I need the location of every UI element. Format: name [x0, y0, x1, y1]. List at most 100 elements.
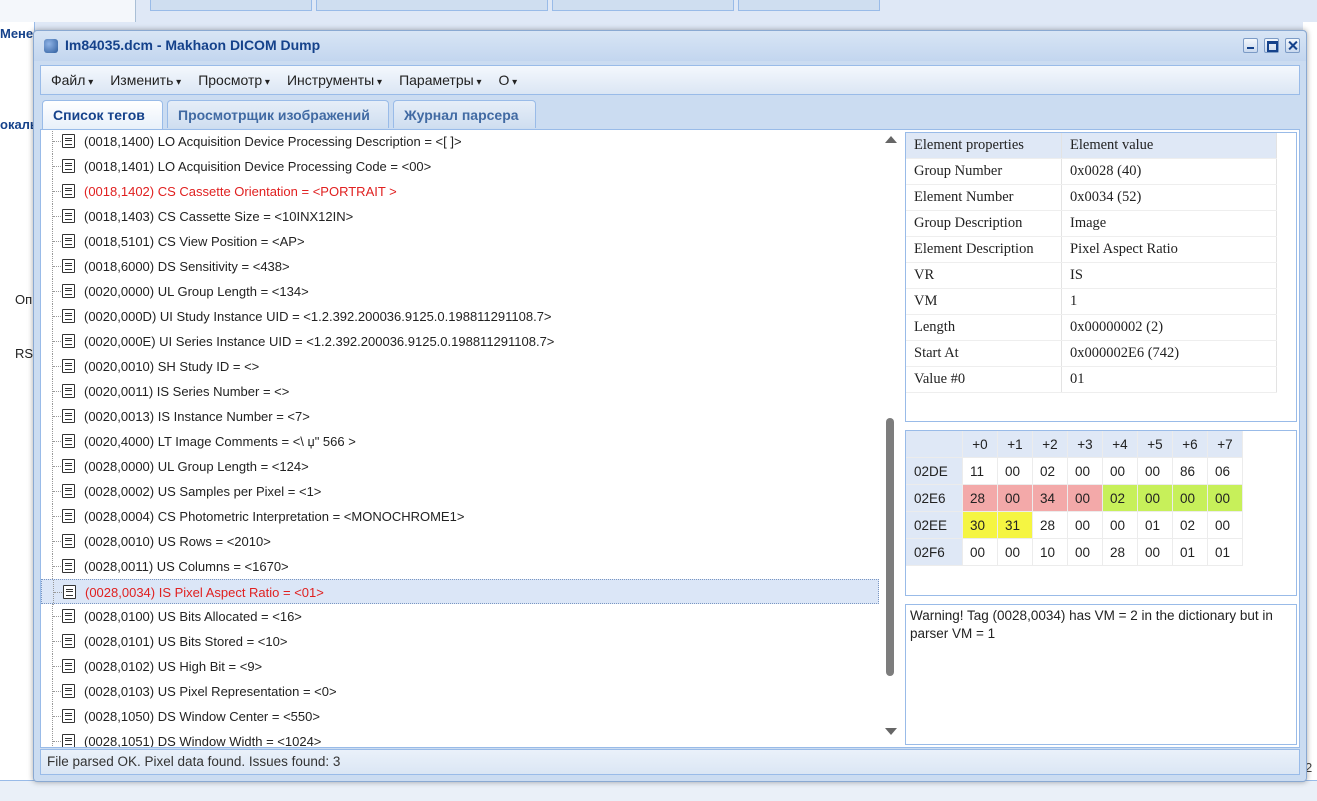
document-icon — [62, 184, 75, 198]
tag-row[interactable]: (0028,0100) US Bits Allocated = <16> — [41, 604, 879, 629]
close-icon[interactable] — [1285, 38, 1300, 53]
background-fragment: Мене — [0, 26, 34, 41]
document-icon — [62, 434, 75, 448]
tag-row[interactable]: (0018,1401) LO Acquisition Device Proces… — [41, 154, 879, 179]
tag-row[interactable]: (0028,1051) DS Window Width = <1024> — [41, 729, 879, 747]
hex-byte[interactable]: 34 — [1032, 484, 1068, 512]
hex-byte[interactable]: 30 — [962, 511, 998, 539]
tag-row[interactable]: (0020,000D) UI Study Instance UID = <1.2… — [41, 304, 879, 329]
background-tab[interactable] — [738, 0, 880, 11]
property-value: 1 — [1061, 288, 1277, 315]
tag-row[interactable]: (0018,1402) CS Cassette Orientation = <P… — [41, 179, 879, 204]
tag-row[interactable]: (0020,0000) UL Group Length = <134> — [41, 279, 879, 304]
tag-row[interactable]: (0028,0002) US Samples per Pixel = <1> — [41, 479, 879, 504]
tag-text: (0028,0004) CS Photometric Interpretatio… — [84, 509, 465, 524]
tag-row[interactable]: (0028,0103) US Pixel Representation = <0… — [41, 679, 879, 704]
menu-options[interactable]: Параметры — [393, 72, 488, 88]
scroll-up-icon[interactable] — [885, 136, 897, 143]
hex-column-header: +2 — [1032, 431, 1068, 458]
tag-text: (0028,0103) US Pixel Representation = <0… — [84, 684, 337, 699]
tag-row[interactable]: (0028,0101) US Bits Stored = <10> — [41, 629, 879, 654]
hex-column-header: +5 — [1137, 431, 1173, 458]
minimize-icon[interactable] — [1243, 38, 1258, 53]
document-icon — [62, 284, 75, 298]
tag-row[interactable]: (0020,000E) UI Series Instance UID = <1.… — [41, 329, 879, 354]
hex-byte[interactable]: 01 — [1207, 538, 1243, 566]
background-tab[interactable] — [316, 0, 548, 11]
hex-byte[interactable]: 01 — [1137, 511, 1173, 539]
hex-byte[interactable]: 10 — [1032, 538, 1068, 566]
menu-edit[interactable]: Изменить — [104, 72, 188, 88]
hex-byte[interactable]: 00 — [1067, 484, 1103, 512]
tag-row[interactable]: (0018,1403) CS Cassette Size = <10INX12I… — [41, 204, 879, 229]
hex-byte[interactable]: 06 — [1207, 457, 1243, 485]
tag-row[interactable]: (0018,6000) DS Sensitivity = <438> — [41, 254, 879, 279]
hex-byte[interactable]: 02 — [1172, 511, 1208, 539]
menu-file[interactable]: Файл — [45, 72, 100, 88]
hex-byte[interactable]: 00 — [1172, 484, 1208, 512]
hex-byte[interactable]: 28 — [1032, 511, 1068, 539]
tag-row[interactable]: (0028,0004) CS Photometric Interpretatio… — [41, 504, 879, 529]
hex-byte[interactable]: 11 — [962, 457, 998, 485]
tag-row[interactable]: (0028,0011) US Columns = <1670> — [41, 554, 879, 579]
tag-row[interactable]: (0028,0010) US Rows = <2010> — [41, 529, 879, 554]
hex-byte[interactable]: 00 — [1207, 511, 1243, 539]
tag-text: (0028,0010) US Rows = <2010> — [84, 534, 271, 549]
menu-view[interactable]: Просмотр — [192, 72, 277, 88]
properties-header[interactable]: Element value — [1061, 133, 1277, 159]
tag-row[interactable]: (0020,0013) IS Instance Number = <7> — [41, 404, 879, 429]
tab-image-viewer[interactable]: Просмотрщик изображений — [167, 100, 389, 128]
hex-byte[interactable]: 00 — [1137, 484, 1173, 512]
hex-byte[interactable]: 00 — [962, 538, 998, 566]
hex-byte[interactable]: 00 — [997, 484, 1033, 512]
tag-text: (0018,6000) DS Sensitivity = <438> — [84, 259, 290, 274]
hex-byte[interactable]: 00 — [1137, 457, 1173, 485]
tag-row[interactable]: (0028,0000) UL Group Length = <124> — [41, 454, 879, 479]
background-left-panel — [0, 0, 136, 22]
hex-byte[interactable]: 00 — [1102, 511, 1138, 539]
tag-row[interactable]: (0020,4000) LT Image Comments = <\ џ" 56… — [41, 429, 879, 454]
hex-byte[interactable]: 86 — [1172, 457, 1208, 485]
tag-row[interactable]: (0028,0034) IS Pixel Aspect Ratio = <01> — [41, 579, 879, 605]
tab-parser-log[interactable]: Журнал парсера — [393, 100, 536, 128]
tag-row[interactable]: (0020,0010) SH Study ID = <> — [41, 354, 879, 379]
tab-tag-list[interactable]: Список тегов — [42, 100, 163, 129]
property-name: Value #0 — [906, 366, 1062, 393]
tag-row[interactable]: (0028,0102) US High Bit = <9> — [41, 654, 879, 679]
tag-tree: (0018,1400) LO Acquisition Device Proces… — [41, 130, 881, 747]
hex-byte[interactable]: 00 — [1137, 538, 1173, 566]
element-properties-table: Element properties Element value Group Num… — [906, 133, 1277, 393]
hex-byte[interactable]: 28 — [962, 484, 998, 512]
background-tab[interactable] — [150, 0, 312, 11]
properties-header[interactable]: Element properties — [906, 133, 1062, 159]
tag-row[interactable]: (0028,1050) DS Window Center = <550> — [41, 704, 879, 729]
maximize-icon[interactable] — [1264, 38, 1279, 53]
hex-byte[interactable]: 00 — [1207, 484, 1243, 512]
tag-text: (0018,1401) LO Acquisition Device Proces… — [84, 159, 432, 174]
background-tab[interactable] — [552, 0, 734, 11]
hex-byte[interactable]: 00 — [1067, 511, 1103, 539]
property-name: Length — [906, 314, 1062, 341]
hex-byte[interactable]: 00 — [1102, 457, 1138, 485]
menu-tools[interactable]: Инструменты — [281, 72, 389, 88]
hex-byte[interactable]: 02 — [1032, 457, 1068, 485]
menu-about[interactable]: О — [493, 72, 525, 88]
tag-text: (0020,000E) UI Series Instance UID = <1.… — [84, 334, 555, 349]
scroll-down-icon[interactable] — [885, 728, 897, 735]
hex-byte[interactable]: 00 — [1067, 538, 1103, 566]
hex-byte[interactable]: 00 — [997, 457, 1033, 485]
hex-byte[interactable]: 31 — [997, 511, 1033, 539]
tag-row[interactable]: (0018,1400) LO Acquisition Device Proces… — [41, 130, 879, 154]
hex-byte[interactable]: 02 — [1102, 484, 1138, 512]
property-name: Group Description — [906, 210, 1062, 237]
tree-scrollbar[interactable] — [881, 130, 899, 747]
tag-row[interactable]: (0020,0011) IS Series Number = <> — [41, 379, 879, 404]
hex-byte[interactable]: 01 — [1172, 538, 1208, 566]
tag-row[interactable]: (0018,5101) CS View Position = <AP> — [41, 229, 879, 254]
scroll-thumb[interactable] — [886, 418, 894, 676]
hex-byte[interactable]: 00 — [997, 538, 1033, 566]
document-icon — [62, 209, 75, 223]
title-bar[interactable]: Im84035.dcm - Makhaon DICOM Dump — [34, 31, 1306, 61]
hex-byte[interactable]: 28 — [1102, 538, 1138, 566]
hex-byte[interactable]: 00 — [1067, 457, 1103, 485]
